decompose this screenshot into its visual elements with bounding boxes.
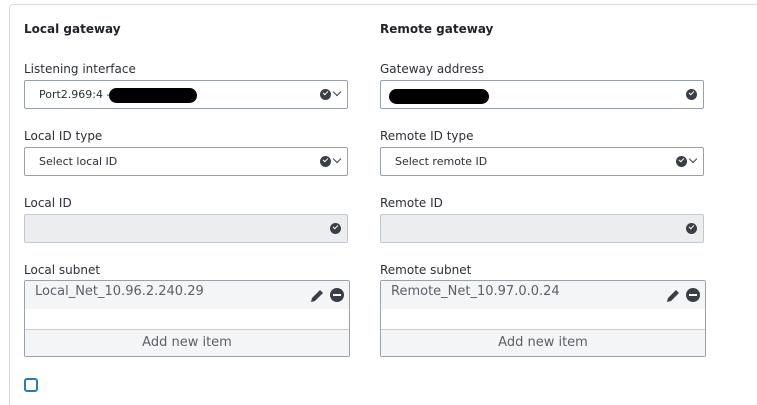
pencil-icon[interactable] [665,288,681,304]
local-id-type-select[interactable]: Select local ID [24,147,348,176]
listening-interface-value: Port2.969:4 - [39,88,111,101]
list-item: Remote_Net_10.97.0.0.24 [381,281,705,309]
check-circle-icon [330,223,341,234]
remote-id-type-select[interactable]: Select remote ID [380,147,704,176]
gateway-address-label: Gateway address [380,62,484,76]
local-gateway-title: Local gateway [24,22,121,36]
redaction-mark [109,88,197,103]
listening-interface-select[interactable]: Port2.969:4 - [24,80,348,109]
pencil-icon[interactable] [309,288,325,304]
check-circle-icon [320,89,331,100]
remote-id-label: Remote ID [380,196,443,210]
chevron-down-icon[interactable] [333,87,343,99]
listening-interface-label: Listening interface [24,62,136,76]
local-id-label: Local ID [24,196,72,210]
remote-subnet-label: Remote subnet [380,263,472,277]
list-item: Local_Net_10.96.2.240.29 [25,281,349,309]
local-subnet-item-text: Local_Net_10.96.2.240.29 [35,284,204,299]
check-circle-icon [686,223,697,234]
check-circle-icon [320,156,331,167]
local-subnet-label: Local subnet [24,263,101,277]
add-new-item-button[interactable]: Add new item [381,329,705,356]
remote-id-field [380,214,704,243]
local-id-type-label: Local ID type [24,129,103,143]
remote-subnet-item-text: Remote_Net_10.97.0.0.24 [391,284,560,299]
local-subnet-list: Local_Net_10.96.2.240.29 Add new item [24,280,350,357]
gateway-address-input[interactable] [380,80,704,109]
chevron-down-icon[interactable] [333,154,343,166]
redaction-mark [389,89,489,104]
add-new-item-button[interactable]: Add new item [25,329,349,356]
remote-id-type-label: Remote ID type [380,129,474,143]
remote-gateway-title: Remote gateway [380,22,494,36]
check-circle-icon [686,89,697,100]
remote-subnet-list: Remote_Net_10.97.0.0.24 Add new item [380,280,706,357]
local-id-field [24,214,348,243]
minus-circle-icon[interactable] [686,288,700,302]
remote-id-type-value: Select remote ID [395,155,488,168]
local-id-type-value: Select local ID [39,155,118,168]
chevron-down-icon[interactable] [689,154,699,166]
check-circle-icon [676,156,687,167]
option-checkbox[interactable] [24,378,38,392]
minus-circle-icon[interactable] [330,288,344,302]
